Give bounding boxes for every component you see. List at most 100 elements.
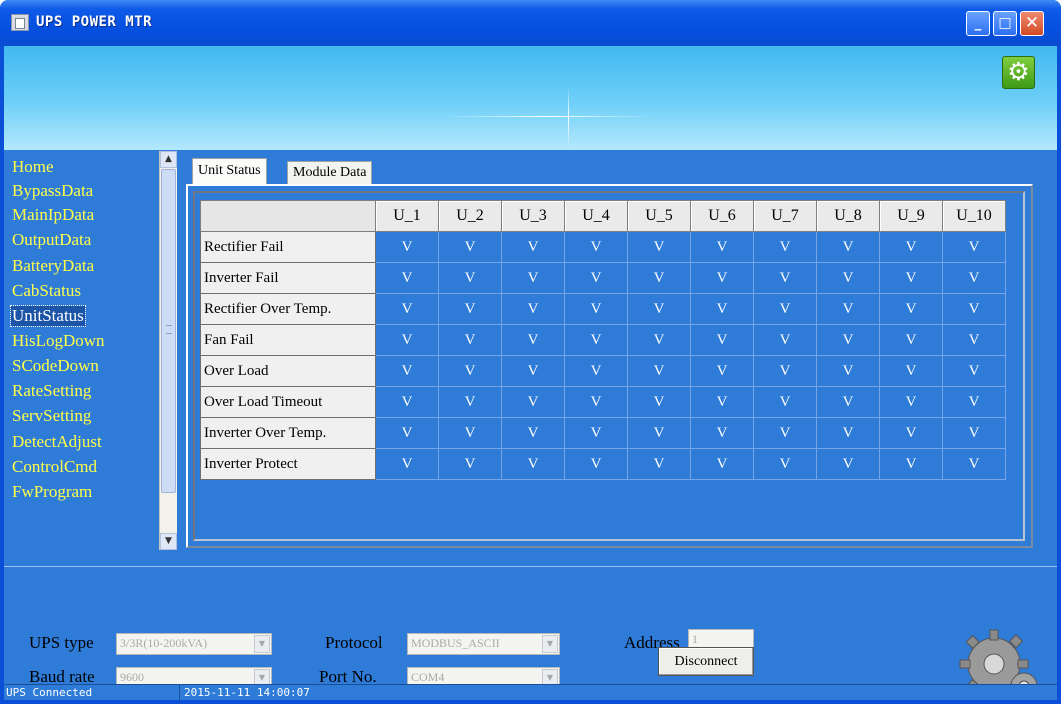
- status-cell: V: [879, 324, 943, 356]
- status-cell: V: [816, 231, 880, 263]
- sidebar-item-cabstatus[interactable]: CabStatus: [12, 281, 81, 301]
- status-bar: UPS Connected 2015-11-11 14:00:07: [4, 684, 1057, 701]
- status-cell: V: [438, 386, 502, 418]
- sidebar-item-ratesetting[interactable]: RateSetting: [12, 381, 91, 401]
- status-cell: V: [753, 417, 817, 449]
- status-cell: V: [501, 417, 565, 449]
- window-title: UPS POWER MTR: [36, 14, 153, 30]
- status-cell: V: [816, 386, 880, 418]
- status-cell: V: [375, 324, 439, 356]
- status-cell: V: [564, 262, 628, 294]
- scroll-down-arrow-icon[interactable]: ▼: [160, 533, 177, 550]
- status-divider: [179, 685, 180, 701]
- status-cell: V: [879, 293, 943, 325]
- client-area: ⚙ Home BypassData MainIpData OutputData Batt…: [4, 46, 1057, 701]
- chevron-down-icon[interactable]: ▼: [254, 635, 270, 653]
- ups-type-select[interactable]: 3/3R(10-200kVA) ▼: [116, 633, 272, 655]
- column-header: U_3: [501, 200, 565, 232]
- status-cell: V: [816, 262, 880, 294]
- status-cell: V: [564, 293, 628, 325]
- sidebar-item-hislogdown[interactable]: HisLogDown: [12, 331, 105, 351]
- column-header: U_9: [879, 200, 943, 232]
- sidebar-item-scodedown[interactable]: SCodeDown: [12, 356, 99, 376]
- tab-module-data[interactable]: Module Data: [287, 161, 373, 184]
- banner-flare: [444, 116, 654, 117]
- title-bar[interactable]: UPS POWER MTR _ □ ✕: [0, 0, 1061, 46]
- unit-status-table: U_1 U_2 U_3 U_4 U_5 U_6 U_7 U_8 U_9 U_10 Rectifier…: [200, 200, 1006, 480]
- status-cell: V: [753, 262, 817, 294]
- port-value: COM4: [411, 670, 445, 684]
- maximize-button[interactable]: □: [993, 11, 1017, 36]
- disconnect-button[interactable]: Disconnect: [658, 647, 754, 676]
- minimize-button[interactable]: _: [966, 11, 990, 36]
- sidebar-item-batterydata[interactable]: BatteryData: [12, 256, 94, 276]
- column-header: U_6: [690, 200, 754, 232]
- status-cell: V: [501, 386, 565, 418]
- baud-rate-value: 9600: [120, 670, 144, 684]
- ups-type-label: UPS type: [29, 633, 94, 652]
- column-header: U_4: [564, 200, 628, 232]
- protocol-select[interactable]: MODBUS_ASCII ▼: [407, 633, 560, 655]
- sidebar-item-detectadjust[interactable]: DetectAdjust: [12, 432, 102, 452]
- status-cell: V: [690, 293, 754, 325]
- row-label: Inverter Protect: [200, 448, 376, 480]
- scroll-up-arrow-icon[interactable]: ▲: [160, 151, 177, 168]
- status-cell: V: [942, 324, 1006, 356]
- chevron-down-icon[interactable]: ▼: [542, 635, 558, 653]
- sidebar-item-home[interactable]: Home: [12, 157, 54, 177]
- status-cell: V: [816, 324, 880, 356]
- status-cell: V: [942, 386, 1006, 418]
- status-cell: V: [816, 355, 880, 387]
- protocol-value: MODBUS_ASCII: [411, 636, 500, 650]
- status-cell: V: [942, 417, 1006, 449]
- table-row: Over Load V V V V V V V V V V: [200, 355, 1006, 387]
- protocol-label: Protocol: [325, 633, 383, 652]
- status-cell: V: [438, 262, 502, 294]
- row-label: Rectifier Fail: [200, 231, 376, 263]
- status-cell: V: [627, 448, 691, 480]
- sidebar-item-mainipdata[interactable]: MainIpData: [12, 205, 94, 225]
- table-row: Fan Fail V V V V V V V V V V: [200, 324, 1006, 356]
- sidebar-scrollbar[interactable]: ▲ ▼: [159, 151, 177, 550]
- status-cell: V: [375, 262, 439, 294]
- table-row: Inverter Protect V V V V V V V V V V: [200, 448, 1006, 480]
- row-label: Fan Fail: [200, 324, 376, 356]
- status-cell: V: [879, 448, 943, 480]
- scrollbar-thumb[interactable]: [161, 169, 176, 493]
- status-cell: V: [879, 355, 943, 387]
- status-cell: V: [501, 448, 565, 480]
- status-cell: V: [501, 324, 565, 356]
- tab-unit-status[interactable]: Unit Status: [192, 158, 267, 185]
- row-label: Over Load: [200, 355, 376, 387]
- status-timestamp: 2015-11-11 14:00:07: [184, 686, 310, 699]
- sidebar-item-fwprogram[interactable]: FwProgram: [12, 482, 92, 502]
- row-label: Inverter Over Temp.: [200, 417, 376, 449]
- status-cell: V: [438, 324, 502, 356]
- row-label: Inverter Fail: [200, 262, 376, 294]
- app-icon: [11, 14, 29, 31]
- sidebar-nav: Home BypassData MainIpData OutputData Batter…: [4, 150, 178, 552]
- status-cell: V: [501, 231, 565, 263]
- column-header: U_8: [816, 200, 880, 232]
- settings-button[interactable]: ⚙: [1002, 56, 1035, 89]
- status-cell: V: [627, 293, 691, 325]
- sidebar-item-outputdata[interactable]: OutputData: [12, 230, 91, 250]
- sidebar-item-bypassdata[interactable]: BypassData: [12, 181, 93, 201]
- status-cell: V: [753, 231, 817, 263]
- column-header: U_2: [438, 200, 502, 232]
- sidebar-item-servsetting[interactable]: ServSetting: [12, 406, 91, 426]
- close-button[interactable]: ✕: [1020, 11, 1044, 36]
- status-cell: V: [942, 231, 1006, 263]
- gear-icon: ⚙: [1007, 57, 1030, 86]
- status-cell: V: [564, 355, 628, 387]
- sidebar-item-controlcmd[interactable]: ControlCmd: [12, 457, 97, 477]
- status-cell: V: [564, 231, 628, 263]
- table-row: Inverter Fail V V V V V V V V V V: [200, 262, 1006, 294]
- status-cell: V: [438, 231, 502, 263]
- connection-status: UPS Connected: [6, 686, 93, 699]
- sidebar-item-unitstatus[interactable]: UnitStatus: [10, 305, 86, 327]
- status-cell: V: [501, 262, 565, 294]
- status-cell: V: [627, 324, 691, 356]
- row-label: Over Load Timeout: [200, 386, 376, 418]
- status-cell: V: [375, 355, 439, 387]
